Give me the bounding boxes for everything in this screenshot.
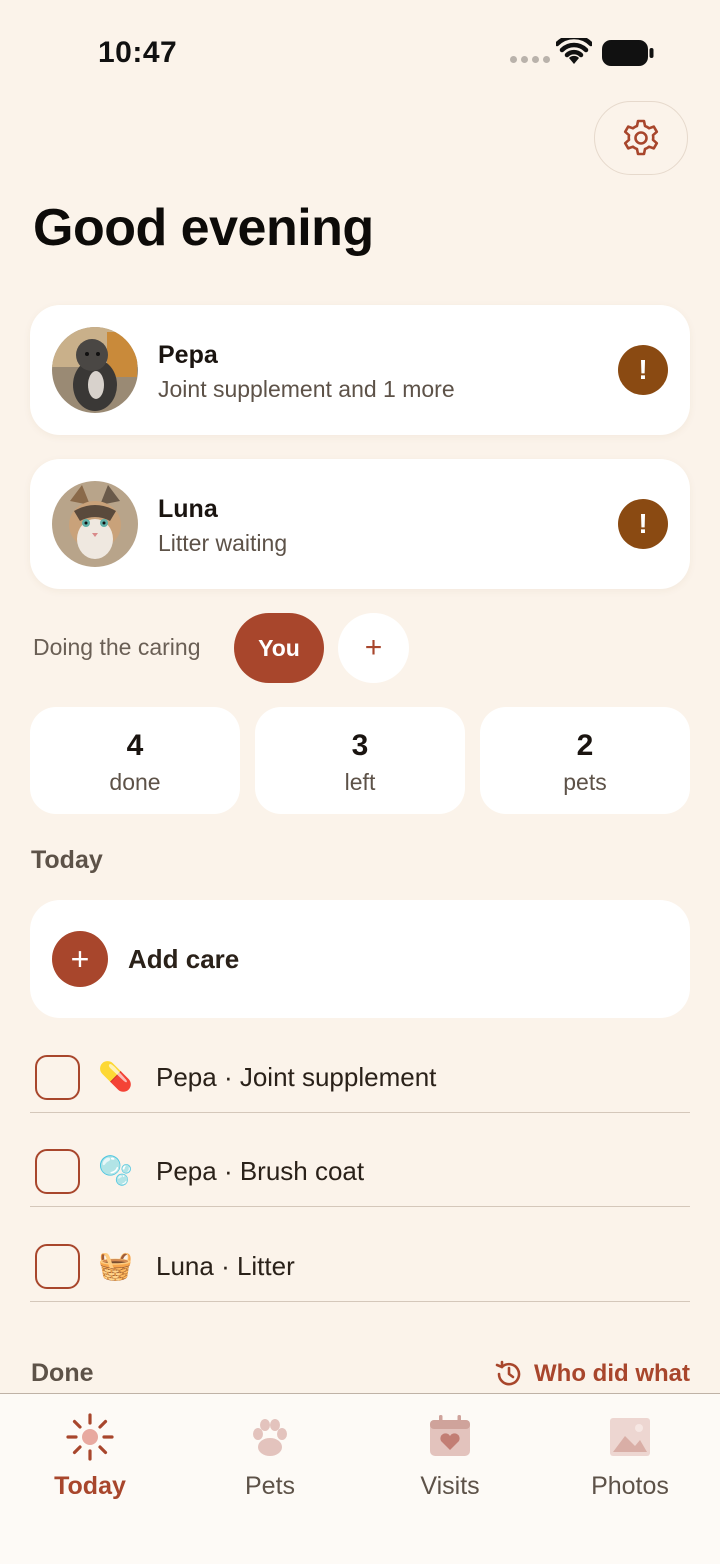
task-label: Pepa · Joint supplement (156, 1062, 437, 1092)
battery-icon (602, 40, 654, 66)
stat-label: pets (563, 769, 607, 795)
stat-card-pets: 2 pets (480, 707, 690, 814)
basket-icon: 🧺 (98, 1249, 133, 1282)
task-label: Pepa · Brush coat (156, 1156, 365, 1186)
settings-button[interactable] (594, 101, 688, 175)
tab-photos[interactable]: Photos (540, 1394, 720, 1524)
stat-label: done (109, 769, 161, 795)
plus-icon: + (52, 931, 108, 987)
pet-status: Litter waiting (158, 530, 288, 556)
pet-status: Joint supplement and 1 more (158, 376, 455, 402)
task-row: 💊 Pepa · Joint supplement (30, 1018, 690, 1113)
pet-name: Pepa (158, 341, 218, 369)
alert-badge: ! (618, 345, 668, 395)
add-care-button[interactable]: + Add care (30, 900, 690, 1018)
stat-value: 3 (351, 729, 369, 762)
calendar-heart-icon (430, 1415, 470, 1456)
tab-pets[interactable]: Pets (180, 1394, 360, 1524)
tab-label: Today (54, 1472, 126, 1500)
cellular-signal-icon (510, 56, 550, 63)
caring-label: Doing the caring (33, 634, 201, 660)
avatar (52, 481, 138, 567)
tab-label: Pets (244, 1472, 296, 1500)
task-row: 🧺 Luna · Litter (30, 1207, 690, 1302)
wifi-icon (556, 38, 592, 64)
gear-icon (623, 119, 659, 156)
task-row: 🫧 Pepa · Brush coat (30, 1112, 690, 1207)
carer-chip-you[interactable]: You (234, 613, 324, 683)
photo-icon (610, 1418, 650, 1456)
tab-label: Photos (591, 1472, 669, 1500)
pet-name: Luna (158, 495, 218, 523)
tab-today[interactable]: Today (0, 1394, 180, 1524)
task-checkbox[interactable] (35, 1055, 80, 1100)
status-time: 10:47 (98, 36, 178, 69)
history-icon (495, 1360, 521, 1386)
stat-label: left (344, 769, 376, 795)
bubbles-icon: 🫧 (98, 1154, 133, 1187)
status-bar: 10:47 (0, 0, 720, 100)
page-title: Good evening (33, 199, 374, 257)
sun-icon (66, 1413, 114, 1461)
who-did-what-link[interactable]: Who did what (494, 1359, 690, 1389)
alert-badge: ! (618, 499, 668, 549)
tab-label: Visits (420, 1472, 480, 1500)
tab-bar: Today Pets Visits Photos (0, 1393, 720, 1564)
stat-value: 2 (576, 729, 594, 762)
section-heading-today: Today (31, 846, 103, 874)
avatar (52, 327, 138, 413)
task-checkbox[interactable] (35, 1149, 80, 1194)
pet-card-luna[interactable]: Luna Litter waiting ! (30, 459, 690, 589)
section-heading-done: Done (31, 1359, 94, 1387)
who-did-what-label: Who did what (534, 1360, 690, 1387)
task-checkbox[interactable] (35, 1244, 80, 1289)
pet-card-pepa[interactable]: Pepa Joint supplement and 1 more ! (30, 305, 690, 435)
task-label: Luna · Litter (156, 1251, 295, 1281)
add-carer-button[interactable]: + (338, 613, 409, 683)
tab-visits[interactable]: Visits (360, 1394, 540, 1524)
stat-value: 4 (126, 729, 144, 762)
paw-icon (253, 1419, 287, 1456)
pill-icon: 💊 (98, 1060, 133, 1093)
add-care-label: Add care (128, 944, 240, 974)
stat-card-left: 3 left (255, 707, 465, 814)
stat-card-done: 4 done (30, 707, 240, 814)
